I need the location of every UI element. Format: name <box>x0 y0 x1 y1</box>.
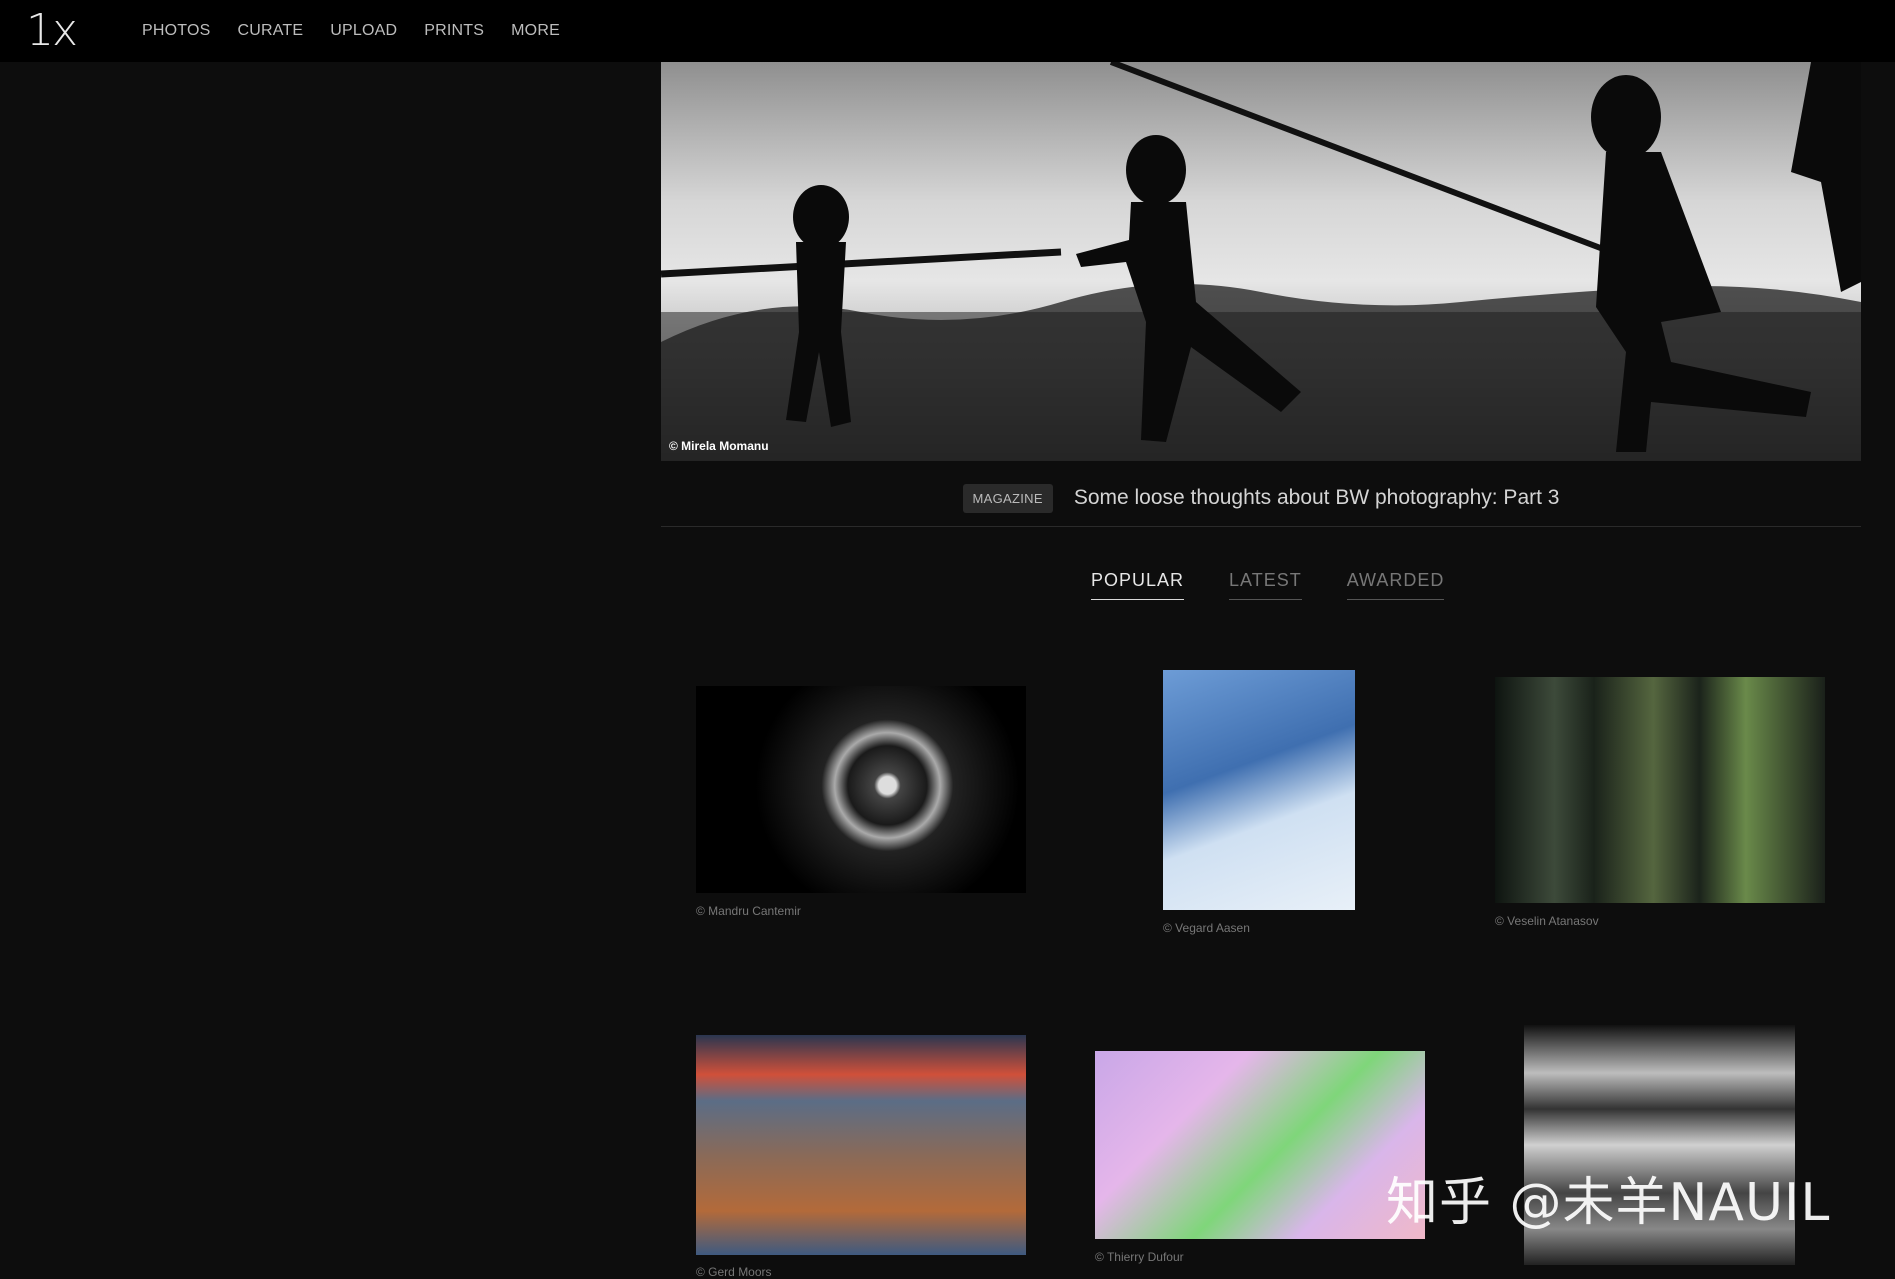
tab-popular[interactable]: POPULAR <box>1091 570 1185 600</box>
hero-photo[interactable]: © Mirela Momanu <box>661 62 1861 461</box>
photo-credit: © Veselin Atanasov <box>1495 914 1599 928</box>
photo-thumbnail-hot-spring[interactable] <box>696 1035 1026 1255</box>
photo-thumbnail-snow-mountain[interactable] <box>1163 670 1355 910</box>
main-nav: PHOTOS CURATE UPLOAD PRINTS MORE <box>142 0 587 62</box>
photo-thumbnail-forest[interactable] <box>1495 677 1825 903</box>
tab-latest[interactable]: LATEST <box>1229 570 1302 600</box>
photo-thumbnail-insect-grass[interactable] <box>1095 1051 1425 1239</box>
nav-prints[interactable]: PRINTS <box>424 22 484 40</box>
photo-credit: © Vegard Aasen <box>1163 921 1250 935</box>
photo-credit: © Thierry Dufour <box>1095 1250 1184 1264</box>
hero-photo-credit: © Mirela Momanu <box>669 439 769 453</box>
hero-silhouettes <box>661 62 1861 461</box>
photo-thumbnail-spiral-staircase[interactable] <box>696 686 1026 893</box>
site-logo[interactable]: 1x <box>26 6 78 56</box>
tab-awarded[interactable]: AWARDED <box>1346 570 1445 600</box>
photo-feed-tabs: POPULAR LATEST AWARDED <box>1091 570 1489 600</box>
magazine-feature-row[interactable]: MAGAZINE Some loose thoughts about BW ph… <box>661 470 1861 527</box>
nav-photos[interactable]: PHOTOS <box>142 22 210 40</box>
watermark-text: 知乎 @未羊NAUIL <box>1386 1173 1831 1233</box>
nav-curate[interactable]: CURATE <box>237 22 303 40</box>
magazine-article-title[interactable]: Some loose thoughts about BW photography… <box>1074 486 1560 510</box>
photo-credit: © Mandru Cantemir <box>696 904 801 918</box>
top-navigation-bar: 1x PHOTOS CURATE UPLOAD PRINTS MORE <box>0 0 1895 62</box>
nav-more[interactable]: MORE <box>511 22 560 40</box>
nav-upload[interactable]: UPLOAD <box>330 22 397 40</box>
magazine-badge[interactable]: MAGAZINE <box>962 483 1053 513</box>
